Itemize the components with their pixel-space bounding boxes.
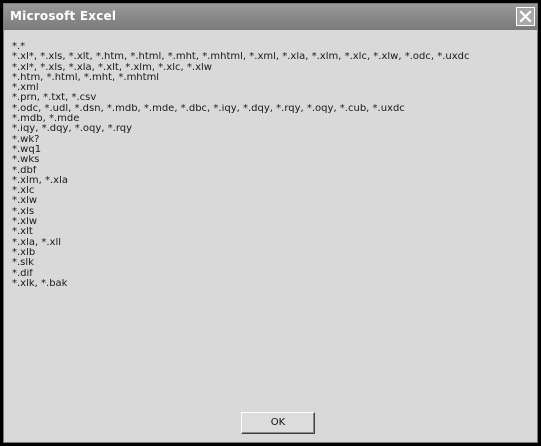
message-line: *.dbf xyxy=(12,165,37,176)
message-line: *.dif xyxy=(12,268,33,279)
message-line: *.xlb xyxy=(12,247,36,258)
message-line: *.wk? xyxy=(12,134,40,145)
message-line: *.prn, *.txt, *.csv xyxy=(12,93,97,104)
message-line: *.xlw xyxy=(12,217,38,228)
message-line: *.slk xyxy=(12,258,34,269)
message-line: *.xla, *.xll xyxy=(12,237,62,248)
message-line: *.xl*, *.xls, *.xlt, *.htm, *.html, *.mh… xyxy=(12,52,470,63)
message-line: *.xl*, *.xls, *.xla, *.xlt, *.xlm, *.xlc… xyxy=(12,62,212,73)
close-icon xyxy=(519,10,532,23)
message-line: *.xlt xyxy=(12,227,33,238)
message-line: *.wq1 xyxy=(12,144,42,155)
dialog-window: Microsoft Excel *.* *.xl*, *.xls, *.xlt,… xyxy=(3,3,538,443)
window-title: Microsoft Excel xyxy=(10,9,117,23)
message-line: *.mdb, *.mde xyxy=(12,114,80,125)
ok-button[interactable]: OK xyxy=(241,412,315,434)
message-line: *.htm, *.html, *.mht, *.mhtml xyxy=(12,72,160,83)
title-bar: Microsoft Excel xyxy=(4,4,537,30)
close-button[interactable] xyxy=(516,7,535,26)
message-line: *.iqy, *.dqy, *.oqy, *.rqy xyxy=(12,124,133,135)
message-line: *.wks xyxy=(12,155,40,166)
message-line: *.xlw xyxy=(12,196,38,207)
message-line: *.xlm, *.xla xyxy=(12,175,68,186)
message-line: *.* xyxy=(12,42,26,52)
message-content: *.* *.xl*, *.xls, *.xlt, *.htm, *.html, … xyxy=(12,42,532,289)
screenshot-frame: Microsoft Excel *.* *.xl*, *.xls, *.xlt,… xyxy=(0,0,541,446)
message-line: *.xlc xyxy=(12,186,35,197)
message-line: *.xlk, *.bak xyxy=(12,278,68,289)
message-line: *.xls xyxy=(12,206,35,217)
message-line: *.xml xyxy=(12,83,39,94)
message-line: *.odc, *.udl, *.dsn, *.mdb, *.mde, *.dbc… xyxy=(12,103,405,114)
